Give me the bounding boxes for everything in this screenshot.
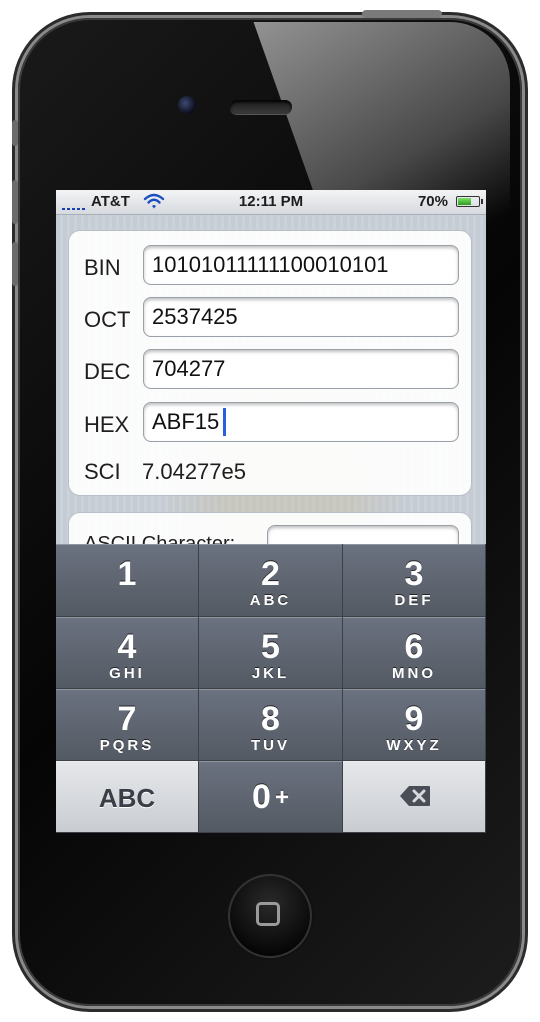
key-number: 9 (404, 700, 424, 738)
home-button[interactable] (228, 874, 312, 958)
conversion-fields-card: BIN OCT DEC HEX SCI 7.04277e5 (68, 230, 472, 496)
key-letters: GHI (109, 665, 145, 682)
screen: AT&T 12:11 PM 70% BIN OCT DEC HEX (56, 190, 486, 833)
key-number: 1 (117, 555, 137, 593)
delete-key[interactable] (343, 761, 486, 833)
key-number: 7 (117, 700, 137, 738)
hex-row: HEX (69, 402, 473, 444)
dec-row: DEC (69, 349, 473, 391)
volume-up-button[interactable] (12, 180, 18, 224)
hex-label: HEX (84, 412, 130, 437)
key-number: 3 (404, 555, 424, 593)
dec-input[interactable] (143, 349, 459, 389)
sci-label: SCI (84, 459, 121, 484)
earpiece-speaker (230, 100, 292, 114)
battery-level-fill (458, 198, 471, 205)
key-number: 0 (252, 778, 271, 816)
sci-row: SCI 7.04277e5 (69, 449, 473, 491)
key-letters: MNO (392, 665, 436, 682)
battery-icon (456, 196, 483, 207)
hex-input[interactable] (143, 402, 459, 442)
bin-row: BIN (69, 245, 473, 287)
key-8[interactable]: 8 TUV (199, 689, 343, 761)
abc-key-label: ABC (98, 783, 156, 813)
key-7[interactable]: 7 PQRS (56, 689, 199, 761)
key-number: 6 (404, 628, 424, 666)
key-2[interactable]: 2 ABC (199, 544, 343, 617)
key-letters: PQRS (99, 737, 155, 754)
key-number: 8 (261, 700, 280, 738)
key-0[interactable]: 0 + (199, 761, 343, 833)
key-5[interactable]: 5 JKL (199, 617, 343, 689)
text-caret (223, 408, 226, 436)
bin-input[interactable] (143, 245, 459, 285)
volume-down-button[interactable] (12, 242, 18, 286)
key-letters: JKL (251, 665, 290, 682)
key-9[interactable]: 9 WXYZ (343, 689, 486, 761)
key-3[interactable]: 3 DEF (343, 544, 486, 617)
backspace-icon (400, 786, 430, 806)
key-letters: DEF (394, 592, 434, 609)
key-letters: TUV (251, 737, 290, 754)
oct-label: OCT (84, 307, 131, 332)
bin-label: BIN (84, 255, 121, 280)
key-4[interactable]: 4 GHI (56, 617, 199, 689)
abc-key[interactable]: ABC (56, 761, 199, 833)
battery-percent: 70% (417, 193, 448, 210)
sci-value: 7.04277e5 (142, 459, 246, 484)
mute-switch[interactable] (12, 120, 18, 146)
key-6[interactable]: 6 MNO (343, 617, 486, 689)
front-camera (178, 96, 196, 114)
status-bar: AT&T 12:11 PM 70% (56, 190, 486, 215)
oct-input[interactable] (143, 297, 459, 337)
key-number: 2 (261, 555, 280, 593)
plus-sign: + (274, 784, 289, 811)
oct-row: OCT (69, 297, 473, 339)
key-1[interactable]: 1 (56, 544, 199, 617)
power-button[interactable] (362, 10, 442, 18)
key-number: 5 (261, 628, 280, 666)
dec-label: DEC (84, 359, 131, 384)
home-square-icon (256, 902, 280, 926)
key-letters: WXYZ (386, 737, 442, 754)
key-number: 4 (117, 628, 137, 666)
key-letters: ABC (249, 592, 292, 609)
zero-key-label: 0 + (199, 778, 342, 817)
numeric-keypad: 1 2 ABC 3 DEF 4 GHI 5 JKL 6 MNO 7 PQRS 8… (56, 544, 486, 833)
